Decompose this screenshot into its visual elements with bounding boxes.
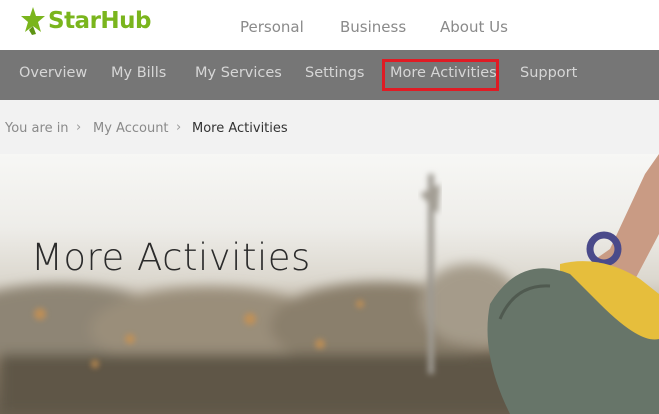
nav-my-services[interactable]: My Services bbox=[195, 65, 282, 81]
logo-wordmark: StarHub bbox=[48, 8, 152, 34]
breadcrumb-current: More Activities bbox=[192, 121, 288, 136]
active-nav-highlight bbox=[382, 59, 499, 91]
hero-background-image bbox=[0, 154, 659, 414]
top-nav-personal[interactable]: Personal bbox=[240, 18, 304, 36]
breadcrumb-my-account[interactable]: My Account bbox=[93, 121, 169, 136]
nav-settings[interactable]: Settings bbox=[305, 65, 364, 81]
account-navigation: Overview My Bills My Services Settings M… bbox=[0, 50, 659, 100]
chevron-right-icon: › bbox=[176, 120, 182, 135]
chevron-right-icon: › bbox=[76, 120, 82, 135]
top-nav-about-us[interactable]: About Us bbox=[440, 18, 508, 36]
top-nav-business[interactable]: Business bbox=[340, 18, 406, 36]
nav-support[interactable]: Support bbox=[520, 65, 577, 81]
breadcrumb: You are in › My Account › More Activitie… bbox=[0, 100, 659, 154]
site-header: StarHub Personal Business About Us bbox=[0, 0, 659, 50]
star-logo-icon bbox=[21, 7, 45, 35]
nav-overview[interactable]: Overview bbox=[19, 65, 87, 81]
breadcrumb-prefix: You are in bbox=[5, 121, 69, 136]
nav-my-bills[interactable]: My Bills bbox=[111, 65, 166, 81]
page-title: More Activities bbox=[31, 236, 311, 279]
hero-banner: More Activities bbox=[0, 154, 659, 414]
starhub-logo[interactable]: StarHub bbox=[20, 4, 152, 38]
